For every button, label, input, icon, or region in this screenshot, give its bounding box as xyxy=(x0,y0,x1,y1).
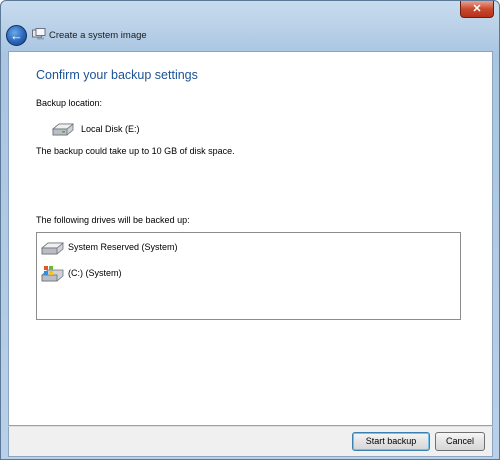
window-title: Create a system image xyxy=(49,30,147,41)
windows-drive-icon xyxy=(41,266,64,282)
drives-list[interactable]: System Reserved (System) (C:) (System) xyxy=(36,232,461,320)
hard-drive-icon xyxy=(41,242,65,255)
content-panel: Confirm your backup settings Backup loca… xyxy=(8,51,493,426)
backup-location-value: Local Disk (E:) xyxy=(81,124,140,134)
drives-list-label: The following drives will be backed up: xyxy=(36,215,190,225)
system-image-icon xyxy=(32,28,46,40)
button-bar: Start backup Cancel xyxy=(8,426,493,457)
backup-location-label: Backup location: xyxy=(36,98,103,108)
dialog-window: ← Create a system image ✕ Confirm your b… xyxy=(0,0,500,460)
space-estimate-text: The backup could take up to 10 GB of dis… xyxy=(36,146,235,156)
cancel-button[interactable]: Cancel xyxy=(435,432,485,451)
title-bar: ← Create a system image ✕ xyxy=(1,1,499,51)
list-item: System Reserved (System) xyxy=(41,239,341,257)
list-item: (C:) (System) xyxy=(41,265,341,283)
page-title: Confirm your backup settings xyxy=(36,68,198,82)
drive-label: System Reserved (System) xyxy=(68,242,178,252)
hard-drive-icon xyxy=(51,123,75,136)
close-button[interactable]: ✕ xyxy=(460,1,494,18)
back-button[interactable]: ← xyxy=(6,25,27,46)
drive-label: (C:) (System) xyxy=(68,268,122,278)
start-backup-button[interactable]: Start backup xyxy=(352,432,430,451)
